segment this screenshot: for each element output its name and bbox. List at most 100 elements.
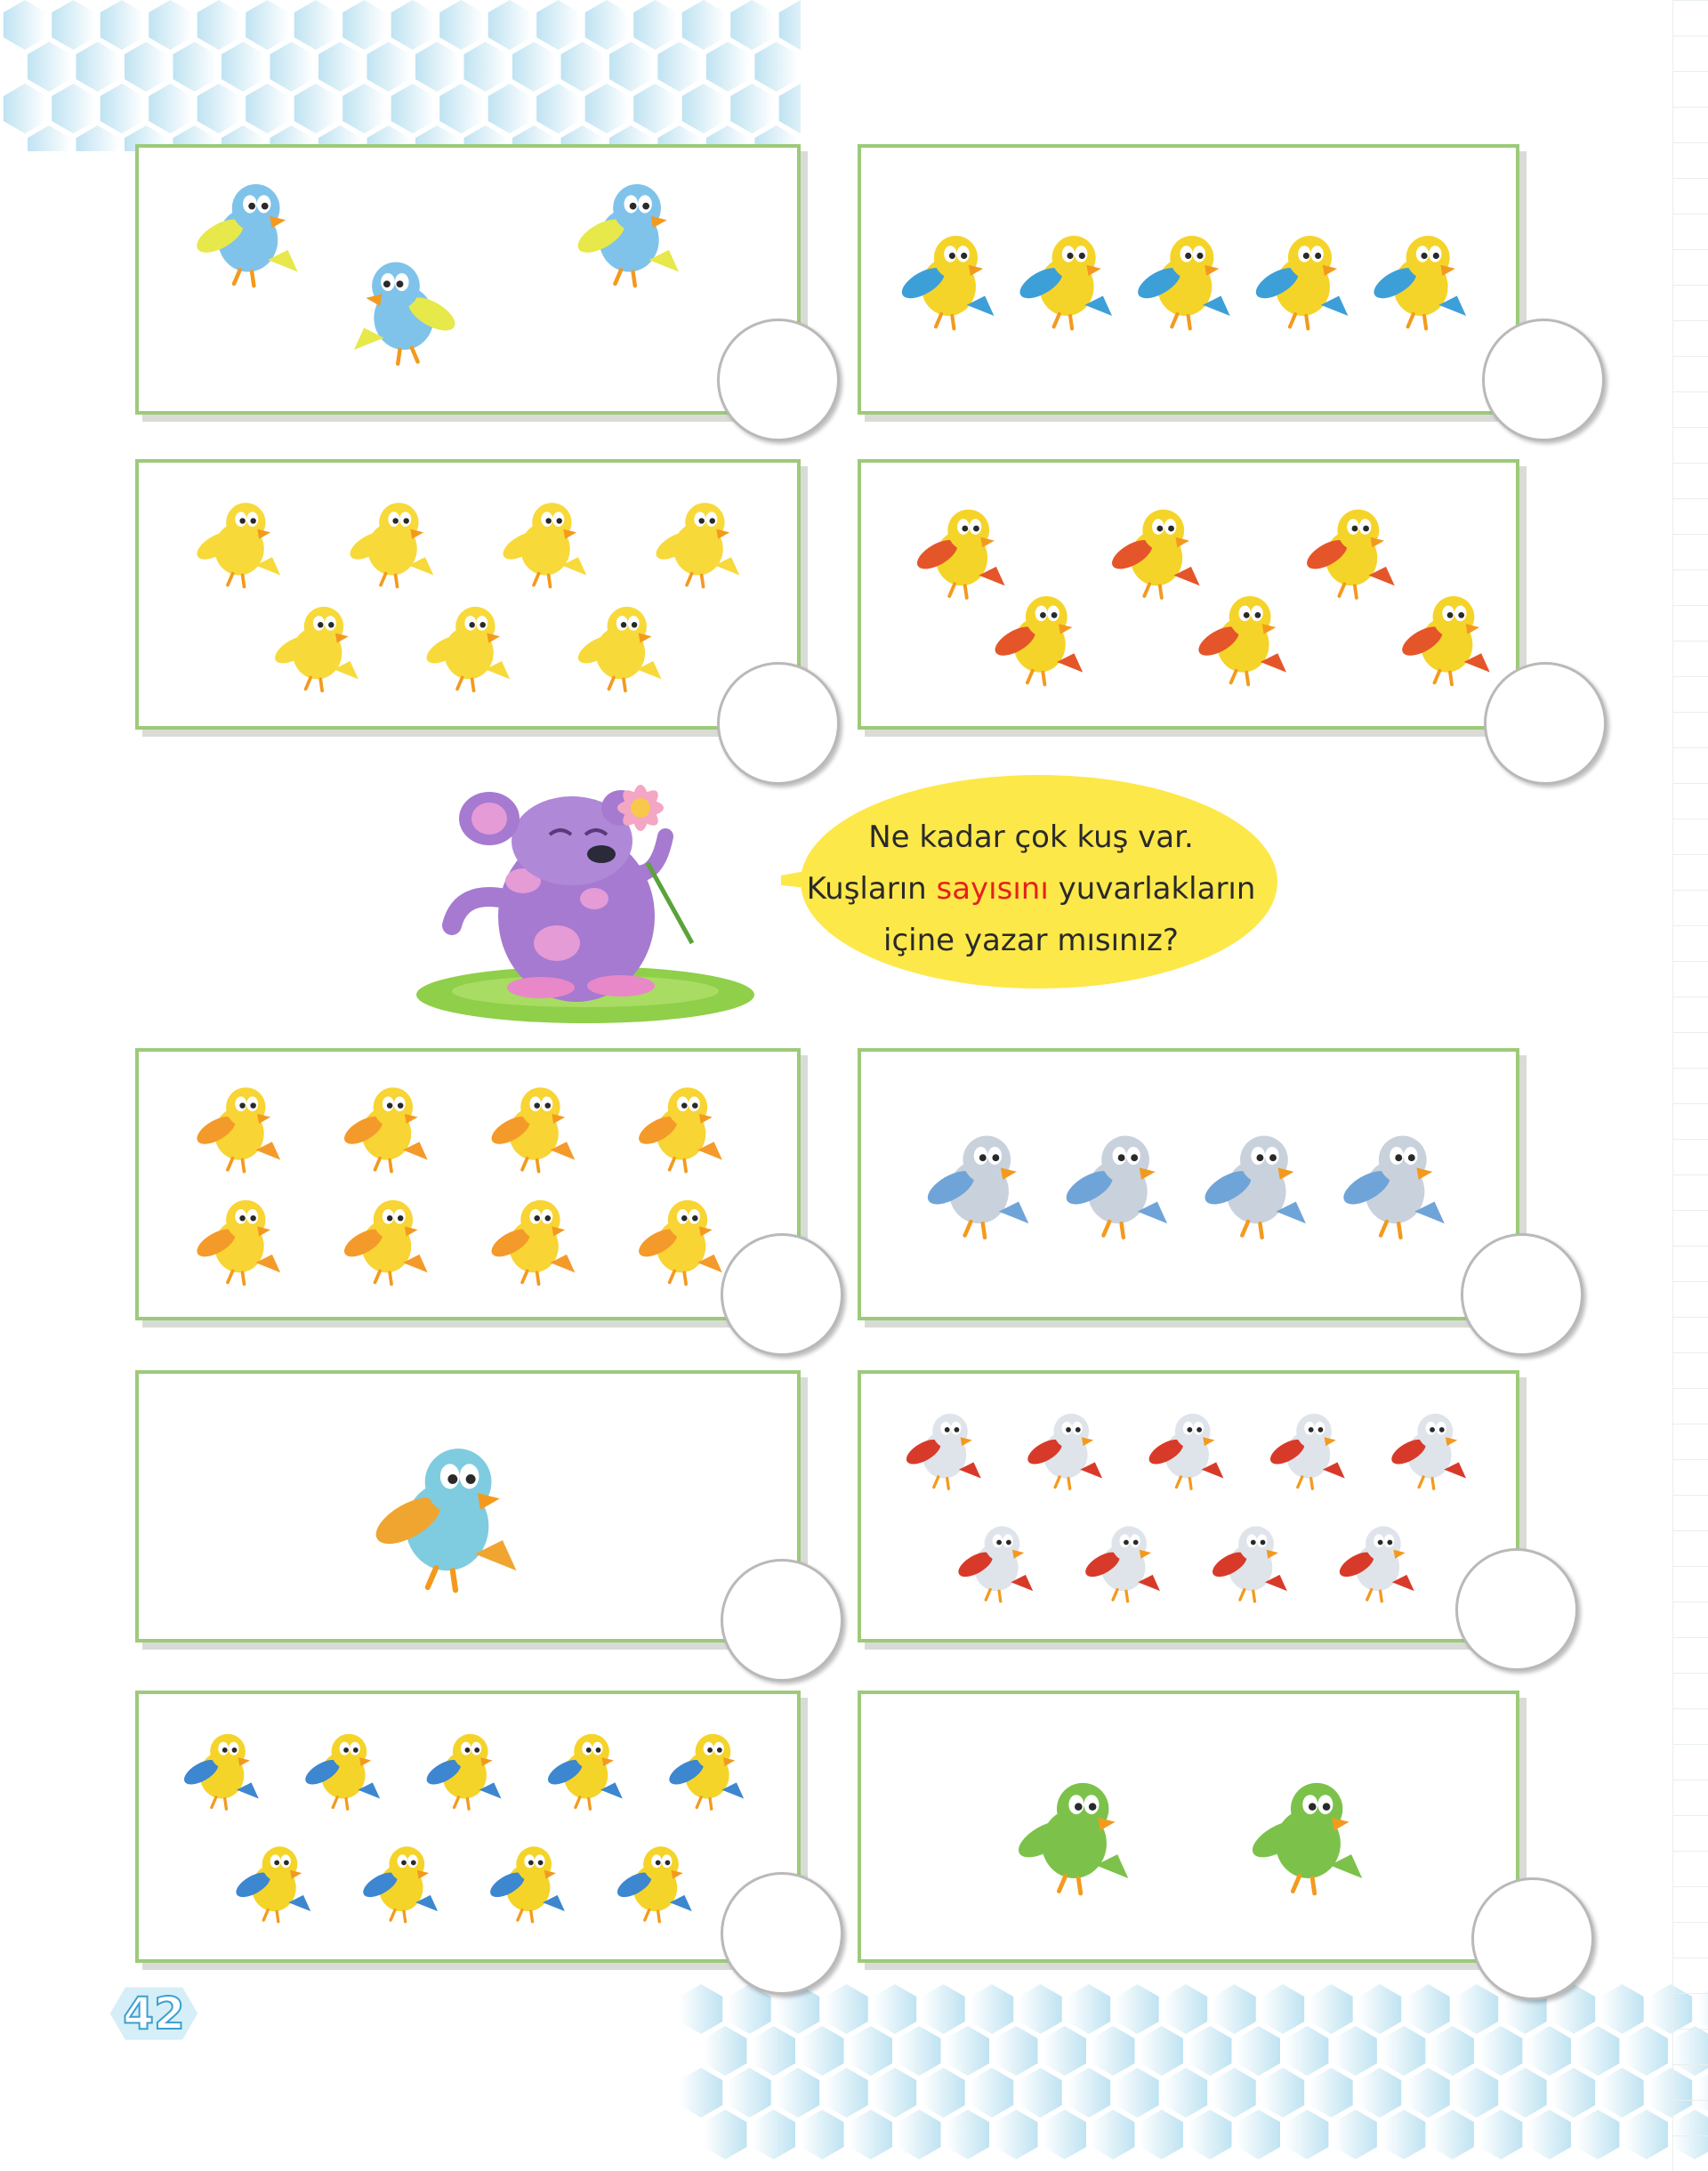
hexagon-shape (342, 0, 386, 50)
answer-circle-10[interactable] (1471, 1877, 1594, 2000)
bird-icon (1343, 1135, 1445, 1240)
hexagon-shape (730, 0, 774, 50)
hexagon-shape (1164, 1984, 1208, 2034)
bird-panel-10 (858, 1691, 1519, 1963)
hexagon-shape (1164, 2068, 1208, 2118)
bird-icon (577, 183, 680, 288)
bird-icon (927, 1135, 1029, 1240)
bird-group (1018, 1782, 1363, 1896)
hexagon-shape (246, 84, 289, 133)
hexagon-shape (584, 84, 629, 133)
hexagon-shape (922, 1984, 965, 2034)
bird-icon (1402, 595, 1490, 687)
hexagon-shape (657, 42, 701, 92)
answer-circle-5[interactable] (721, 1233, 843, 1356)
hexagon-shape (294, 84, 338, 133)
answer-circle-1[interactable] (717, 319, 840, 441)
bird-panel-4 (858, 459, 1519, 730)
speech-line-1: Ne kadar çok kuş var. (868, 819, 1194, 855)
bird-icon (363, 1846, 439, 1924)
bird-icon (1066, 1135, 1168, 1240)
hexagon-shape (1333, 2026, 1377, 2076)
hexagon-shape (995, 2110, 1038, 2159)
bird-icon (1255, 236, 1349, 331)
bird-icon (491, 1199, 576, 1287)
hexagon-shape (52, 84, 95, 133)
answer-circle-2[interactable] (1482, 319, 1605, 441)
bird-icon (916, 509, 1005, 600)
hexagon-shape (52, 0, 95, 50)
hexagon-shape (705, 42, 750, 92)
hexagon-shape (1575, 2026, 1620, 2076)
hexagon-shape (1406, 1984, 1450, 2034)
bird-panel-5 (135, 1048, 801, 1320)
hexagon-shape (1188, 2110, 1232, 2159)
hexagon-shape (1358, 1984, 1402, 2034)
bird-icon (1204, 1135, 1306, 1240)
hexagon-shape (1140, 2026, 1183, 2076)
hexagon-shape (1478, 2110, 1523, 2159)
hexagon-shape (367, 42, 410, 92)
hexagon-shape (1333, 2110, 1377, 2159)
hexagon-shape (898, 2026, 941, 2076)
hexagon-shape (633, 0, 677, 50)
speech-line-3: içine yazar mısınız? (883, 923, 1179, 958)
hexagon-shape (294, 0, 338, 50)
hexagon-shape (1067, 2068, 1111, 2118)
answer-circle-8[interactable] (1455, 1548, 1578, 1671)
answer-circle-9[interactable] (721, 1872, 843, 1995)
answer-circle-4[interactable] (1484, 662, 1607, 785)
hexagon-shape (849, 2026, 892, 2076)
bird-icon (343, 1199, 428, 1287)
hexagon-shape (1309, 2068, 1353, 2118)
hexagon-shape (1551, 2068, 1596, 2118)
hexagon-shape (946, 2110, 989, 2159)
hexagon-shape (246, 0, 289, 50)
hexagon-shape (704, 2026, 747, 2076)
answer-circle-7[interactable] (721, 1559, 843, 1682)
bird-icon (426, 1733, 502, 1811)
hexagon-shape (1527, 2110, 1571, 2159)
bird-icon (1198, 595, 1287, 687)
hexagon-shape (1019, 1984, 1062, 2034)
bird-icon (490, 1846, 565, 1924)
hexagon-shape (1624, 2026, 1668, 2076)
bird-icon (197, 1087, 281, 1174)
bird-icon (1148, 1413, 1224, 1490)
bird-group (901, 236, 1467, 331)
hexagon-shape (149, 0, 192, 50)
bird-icon (197, 503, 281, 589)
bird-icon (669, 1733, 745, 1811)
bird-icon (197, 183, 298, 288)
hexagon-shape (704, 2110, 747, 2159)
bird-icon (1213, 1526, 1287, 1603)
hexagon-shape (1575, 2110, 1620, 2159)
bird-group (927, 1135, 1445, 1240)
bird-icon (1391, 1413, 1467, 1490)
bird-panel-2 (858, 144, 1519, 415)
hexagon-shape (1285, 2110, 1329, 2159)
hexagon-shape (922, 2068, 965, 2118)
hexagon-shape (609, 42, 653, 92)
bird-icon (906, 1413, 981, 1490)
hexagon-shape (1043, 2026, 1086, 2076)
bird-icon (426, 606, 511, 693)
bird-icon (1027, 1413, 1103, 1490)
hexagon-shape (100, 84, 144, 133)
hexagon-shape (681, 84, 726, 133)
bird-group (375, 1449, 517, 1594)
hexagon-shape (439, 84, 483, 133)
hexagon-shape (197, 84, 241, 133)
bird-icon (656, 503, 740, 589)
bird-icon (995, 595, 1084, 687)
hexagon-shape (415, 42, 459, 92)
answer-circle-6[interactable] (1461, 1233, 1583, 1356)
highlighted-word: sayısını (936, 871, 1049, 907)
hexagon-shape (1454, 1984, 1499, 2034)
bird-icon (547, 1733, 623, 1811)
bird-icon (1339, 1526, 1414, 1603)
hexagon-shape (1527, 2026, 1571, 2076)
speech-line-2: Kuşların sayısını yuvarlakların (781, 863, 1281, 915)
hexagon-shape (1430, 2110, 1474, 2159)
hexagon-shape (1454, 2068, 1499, 2118)
